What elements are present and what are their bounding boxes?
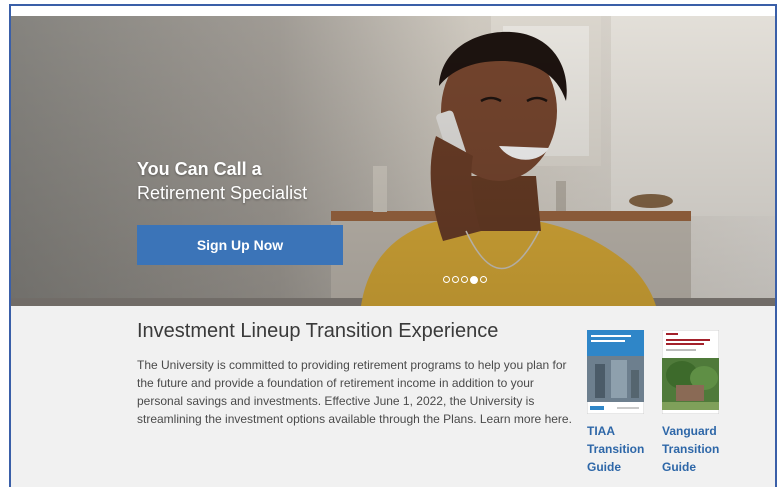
vanguard-transition-guide-link[interactable]: Vanguard Transition Guide [662,330,732,476]
carousel-dot-2[interactable] [452,276,459,283]
tiaa-guide-thumbnail [587,330,644,414]
section-body: The University is committed to providing… [137,358,572,426]
hero-title: You Can Call a [137,159,262,179]
section-title: Investment Lineup Transition Experience [137,320,499,342]
carousel-dot-3[interactable] [461,276,468,283]
vanguard-guide-label: Vanguard Transition Guide [662,424,720,474]
carousel-dot-4[interactable] [470,276,478,284]
page-frame: You Can Call a Retirement Specialist Sig… [9,4,777,487]
hero-carousel: You Can Call a Retirement Specialist Sig… [11,16,775,306]
carousel-dot-1[interactable] [443,276,450,283]
hero-photo [11,16,775,306]
info-section: Investment Lineup Transition Experience … [11,306,775,487]
hero-subtitle: Retirement Specialist [137,183,308,203]
carousel-dot-5[interactable] [480,276,487,283]
tiaa-transition-guide-link[interactable]: TIAA Transition Guide [587,330,657,476]
tiaa-guide-label: TIAA Transition Guide [587,424,645,474]
sign-up-now-button[interactable]: Sign Up Now [137,225,343,265]
vanguard-guide-thumbnail [662,330,719,414]
carousel-indicators [443,276,487,284]
